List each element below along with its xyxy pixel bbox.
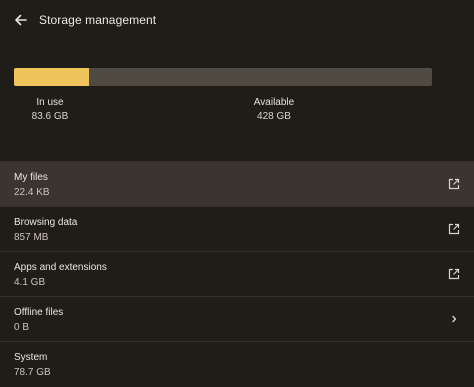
open-in-new-icon: [448, 178, 460, 190]
apps-and-extensions-row[interactable]: Apps and extensions 4.1 GB: [0, 251, 474, 296]
back-button[interactable]: [10, 9, 32, 31]
available-label: Available: [253, 97, 295, 108]
storage-categories-list: My files 22.4 KB Browsing data 857 MB Ap…: [0, 161, 474, 386]
offline-files-row[interactable]: Offline files 0 B: [0, 296, 474, 341]
in-use-value: 83.6 GB: [31, 111, 69, 122]
in-use-label: In use: [36, 97, 64, 108]
row-size: 22.4 KB: [14, 187, 50, 198]
row-size: 4.1 GB: [14, 277, 46, 288]
row-title: System: [14, 352, 48, 363]
header: Storage management: [0, 0, 474, 40]
system-row: System 78.7 GB: [0, 341, 474, 386]
open-in-new-icon: [448, 223, 460, 235]
my-files-row[interactable]: My files 22.4 KB: [0, 161, 474, 206]
arrow-left-icon: [15, 14, 27, 26]
open-in-new-icon: [448, 268, 460, 280]
browsing-data-row[interactable]: Browsing data 857 MB: [0, 206, 474, 251]
row-size: 78.7 GB: [14, 367, 51, 378]
available-value: 428 GB: [257, 111, 291, 122]
page-title: Storage management: [39, 13, 157, 27]
row-title: Browsing data: [14, 217, 78, 228]
row-title: My files: [14, 172, 48, 183]
row-size: 857 MB: [14, 232, 49, 243]
in-use-stat: In use 83.6 GB: [26, 96, 74, 123]
storage-management-page: Storage management In use 83.6 GB Availa…: [0, 0, 474, 387]
row-title: Offline files: [14, 307, 64, 318]
storage-usage-bar: [14, 68, 432, 86]
row-size: 0 B: [14, 322, 30, 333]
storage-usage-fill: [14, 68, 90, 86]
available-stat: Available 428 GB: [244, 96, 304, 123]
chevron-right-icon: [452, 315, 457, 323]
row-title: Apps and extensions: [14, 262, 107, 273]
